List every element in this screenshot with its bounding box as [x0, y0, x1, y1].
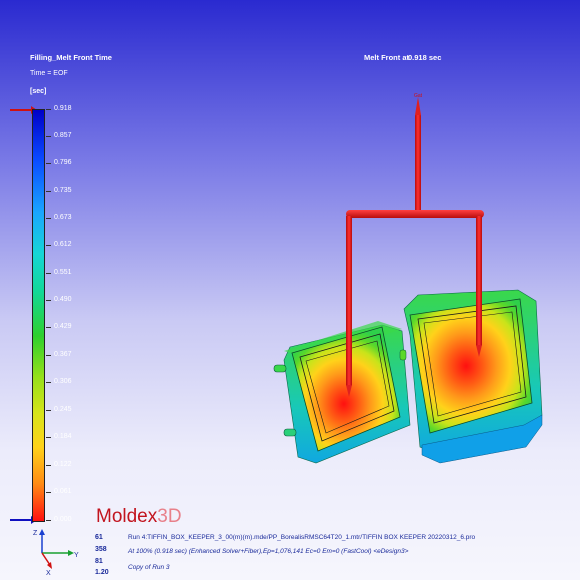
- legend-title: Filling_Melt Front Time: [30, 53, 112, 62]
- color-scale-bar: [32, 109, 45, 522]
- scale-tick: 0.367: [46, 351, 72, 358]
- info-number: 81: [95, 558, 103, 565]
- melt-front-label: Melt Front at: [364, 53, 409, 62]
- scale-tick: 0.857: [46, 132, 72, 139]
- run-info-line: Run 4:TIFFIN_BOX_KEEPER_3_00(m)(m).mde/P…: [128, 534, 476, 541]
- right-cavity: [403, 289, 543, 464]
- logo-main: Moldex: [96, 506, 158, 527]
- scale-tick: 0.612: [46, 241, 72, 248]
- scale-tick: 0.000: [46, 516, 72, 523]
- min-marker-arrow-icon: [10, 516, 37, 524]
- scale-tick: 0.673: [46, 214, 72, 221]
- unit-label: [sec]: [30, 88, 47, 95]
- max-marker-arrow-icon: [10, 106, 37, 114]
- left-cavity: [273, 321, 411, 464]
- scale-tick: 0.796: [46, 159, 72, 166]
- axis-y-label: Y: [74, 552, 79, 559]
- info-number: 61: [95, 534, 103, 541]
- axis-x-label: X: [46, 570, 51, 577]
- scale-tick: 0.490: [46, 296, 72, 303]
- copy-info-line: Copy of Run 3: [128, 564, 170, 571]
- scale-tick: 0.429: [46, 323, 72, 330]
- scale-tick: 0.061: [46, 488, 72, 495]
- axis-triad-icon: Z Y X: [33, 529, 79, 577]
- scale-tick: 0.306: [46, 378, 72, 385]
- scale-tick: 0.551: [46, 269, 72, 276]
- scale-tick: 0.122: [46, 461, 72, 468]
- gate-label: Gat: [414, 93, 423, 99]
- info-number: 358: [95, 546, 107, 553]
- time-label: Time = EOF: [30, 70, 68, 77]
- logo-suffix: 3D: [157, 506, 182, 527]
- scale-tick: 0.918: [46, 105, 72, 112]
- axis-z-label: Z: [33, 530, 38, 537]
- scale-tick: 0.735: [46, 187, 72, 194]
- scale-tick: 0.184: [46, 433, 72, 440]
- melt-front-value: 0.918 sec: [408, 53, 442, 62]
- solver-info-line: At 100% (0.918 sec) (Enhanced Solver+Fib…: [128, 548, 409, 555]
- moldex3d-logo: Moldex3D: [96, 506, 182, 528]
- info-number: 1.20: [95, 569, 109, 576]
- scale-tick: 0.245: [46, 406, 72, 413]
- mold-model-view[interactable]: Gat: [270, 85, 560, 490]
